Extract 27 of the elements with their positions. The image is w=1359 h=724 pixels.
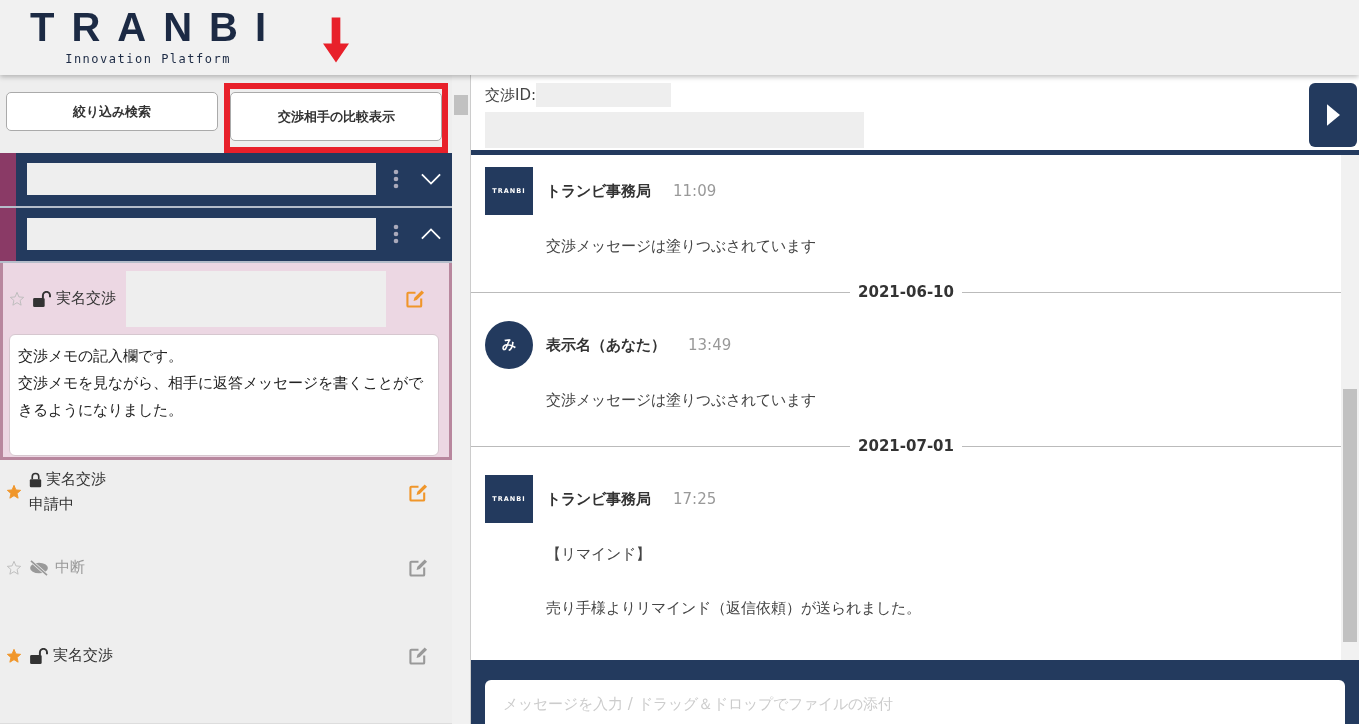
sidebar-button[interactable]: 交渉相手の比較表示 — [230, 92, 442, 141]
user-avatar: み — [485, 321, 533, 369]
message-text: 売り手様よりリマインド（返信依頼）が送られました。 — [546, 599, 922, 617]
sender-name: 表示名（あなた） — [546, 335, 666, 355]
message-time: 11:09 — [673, 182, 717, 200]
deal-label: 実名交渉 — [46, 470, 106, 489]
message-text: 交渉メッセージは塗りつぶされています — [546, 237, 817, 255]
message-time: 17:25 — [673, 490, 717, 508]
deal-item[interactable]: 実名交渉 — [0, 636, 452, 724]
message-text: 交渉メッセージは塗りつぶされています — [546, 391, 817, 409]
memo-field[interactable]: 交渉メモの記入欄です。 交渉メモを見ながら、相手に返答メッセージを書くことができるようになりました。 — [9, 333, 439, 456]
logo-tagline: Innovation Platform — [65, 52, 231, 66]
message-text: 【リマインド】 — [546, 545, 652, 563]
deal-label: 実名交渉 — [56, 289, 116, 309]
sender-name: トランビ事務局 — [546, 181, 651, 201]
deal-item[interactable]: 実名交渉 交渉メモの記入欄です。 交渉メモを見ながら、相手に返答メッセージを書くことができるようになりました。 — [0, 262, 452, 460]
deal-label: 実名交渉 — [53, 646, 113, 665]
deal-label: 中断 — [55, 558, 85, 577]
deal-status: 申請中 — [29, 495, 75, 514]
deal-id-label: 交渉ID: — [485, 85, 537, 105]
deal-item[interactable]: 実名交渉 申請中 — [0, 460, 452, 548]
message-time: 13:49 — [688, 336, 732, 354]
logo-title: TRANBI — [30, 6, 284, 48]
sidebar-button[interactable]: 絞り込み検索 — [6, 92, 218, 131]
sender-name: トランビ事務局 — [546, 489, 651, 509]
date-divider: 2021-06-10 — [858, 283, 954, 301]
date-divider: 2021-07-01 — [858, 437, 954, 455]
